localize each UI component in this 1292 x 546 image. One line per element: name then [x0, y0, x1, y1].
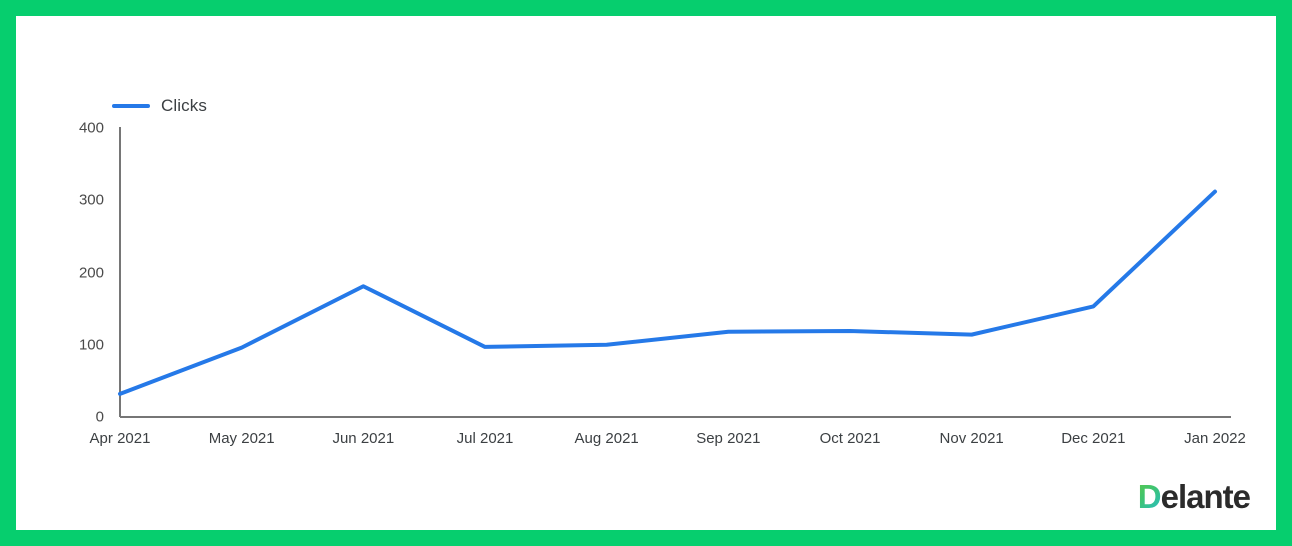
x-axis-tick: May 2021	[208, 430, 275, 447]
delante-logo: D elante	[1138, 478, 1251, 515]
x-axis-tick: Nov 2021	[939, 430, 1004, 447]
y-axis-tick: 200	[78, 264, 104, 281]
logo-letter-d: D	[1137, 478, 1162, 515]
logo-text: elante	[1160, 478, 1251, 515]
x-axis-tick: Aug 2021	[574, 430, 639, 447]
x-axis-tick: Jan 2022	[1184, 430, 1246, 447]
chart-series	[118, 189, 1217, 396]
x-axis-tick: Jul 2021	[456, 430, 514, 447]
chart-card: Clicks 0 100 200 300 400 Apr 2021 May 2021 Jun…	[16, 16, 1276, 530]
x-axis-tick: Dec 2021	[1061, 430, 1126, 447]
y-axis-tick: 100	[78, 336, 104, 354]
y-axis-tick: 0	[95, 408, 104, 426]
line-chart-plot: 0 100 200 300 400 Apr 2021 May 2021 Jun 2021 Ju…	[16, 16, 1276, 530]
x-axis-labels: Apr 2021 May 2021 Jun 2021 Jul 2021 Aug 2021…	[16, 430, 1276, 460]
chart-axes	[119, 127, 1231, 418]
x-axis-tick: Oct 2021	[819, 430, 881, 447]
y-axis-tick: 300	[78, 191, 104, 209]
x-axis-tick: Jun 2021	[332, 430, 395, 447]
x-axis-tick: Apr 2021	[89, 430, 151, 447]
chart-frame: Clicks 0 100 200 300 400 Apr 2021 May 2021 Jun…	[0, 0, 1292, 546]
x-axis-tick: Sep 2021	[696, 430, 761, 447]
y-axis-tick: 400	[78, 119, 104, 137]
